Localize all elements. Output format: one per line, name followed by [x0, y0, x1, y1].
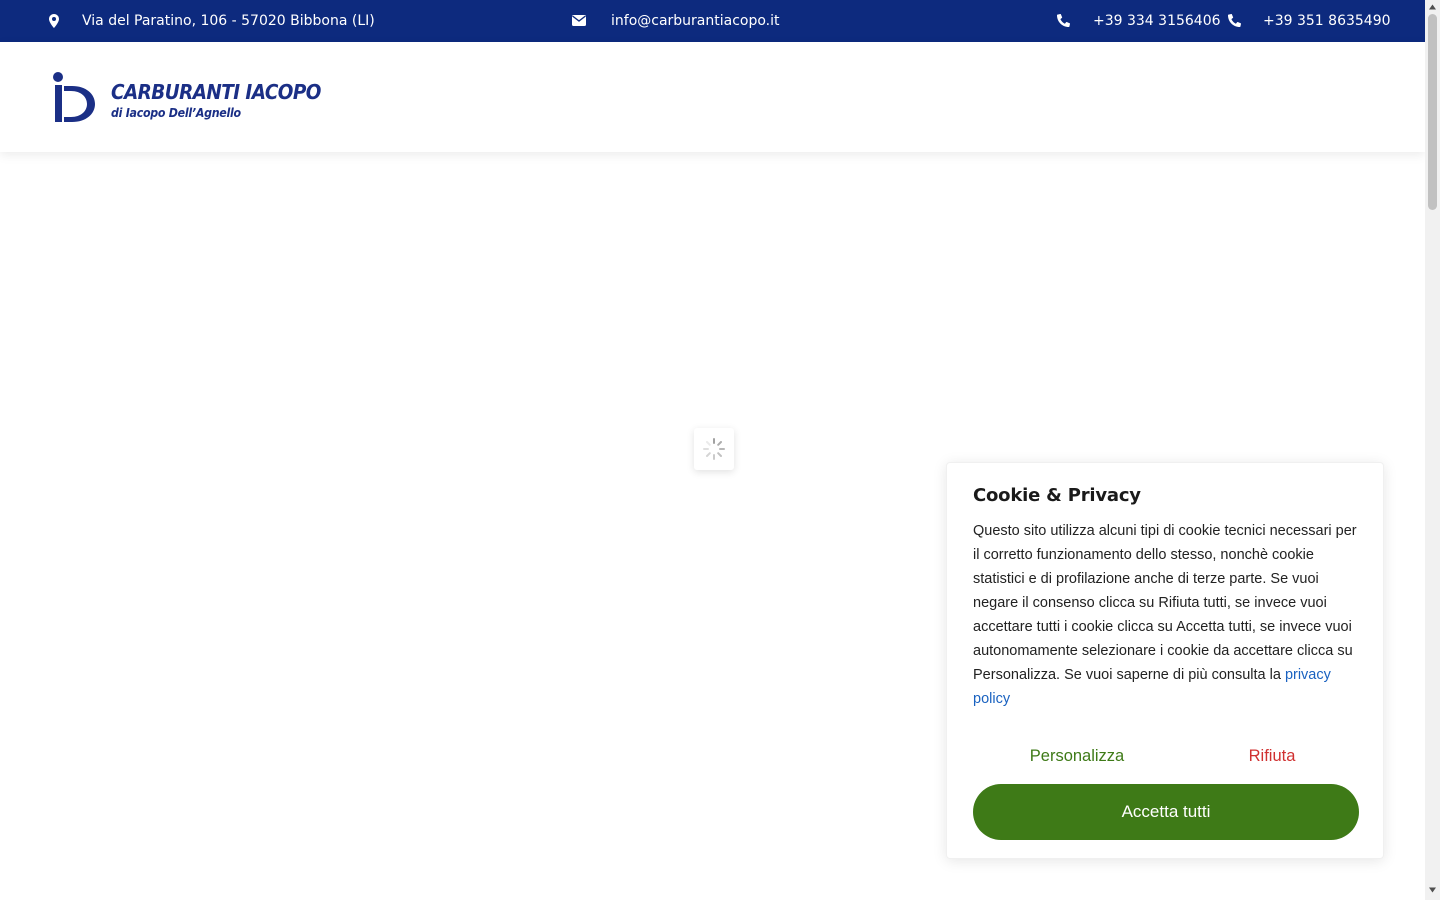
- logo-name: CARBURANTI IACOPO: [111, 80, 321, 104]
- logo-subtitle: di Iacopo Dell’Agnello: [111, 106, 241, 120]
- loading-spinner: [694, 428, 734, 470]
- site-logo[interactable]: CARBURANTI IACOPO di Iacopo Dell’Agnello: [50, 70, 321, 126]
- phone1-link[interactable]: +39 334 3156406: [1093, 0, 1221, 42]
- top-info-bar: Via del Paratino, 106 - 57020 Bibbona (L…: [0, 0, 1425, 42]
- map-marker-icon: [49, 14, 63, 28]
- envelope-icon: [572, 14, 586, 28]
- spinner-icon: [703, 438, 725, 460]
- page: Via del Paratino, 106 - 57020 Bibbona (L…: [0, 0, 1425, 900]
- cookie-title: Cookie & Privacy: [973, 485, 1141, 506]
- scroll-up-arrow-icon[interactable]: [1428, 3, 1437, 11]
- phone2-link[interactable]: +39 351 8635490: [1263, 0, 1391, 42]
- cookie-consent-dialog: Cookie & Privacy Questo sito utilizza al…: [946, 462, 1384, 859]
- cookie-body-text: Questo sito utilizza alcuni tipi di cook…: [973, 523, 1357, 683]
- address-link[interactable]: Via del Paratino, 106 - 57020 Bibbona (L…: [82, 0, 375, 42]
- scrollbar-thumb[interactable]: [1428, 14, 1437, 210]
- accetta-tutti-button[interactable]: Accetta tutti: [973, 784, 1359, 840]
- site-header: CARBURANTI IACOPO di Iacopo Dell’Agnello: [0, 42, 1425, 152]
- phone-icon: [1228, 14, 1242, 28]
- rifiuta-button[interactable]: Rifiuta: [1217, 741, 1327, 771]
- cookie-description: Questo sito utilizza alcuni tipi di cook…: [973, 519, 1363, 711]
- email-link[interactable]: info@carburantiacopo.it: [611, 0, 780, 42]
- logo-mark-icon: [53, 72, 95, 122]
- phone-icon: [1057, 14, 1071, 28]
- vertical-scrollbar[interactable]: [1425, 0, 1440, 900]
- personalizza-button[interactable]: Personalizza: [1007, 741, 1147, 771]
- scroll-down-arrow-icon[interactable]: [1428, 886, 1437, 894]
